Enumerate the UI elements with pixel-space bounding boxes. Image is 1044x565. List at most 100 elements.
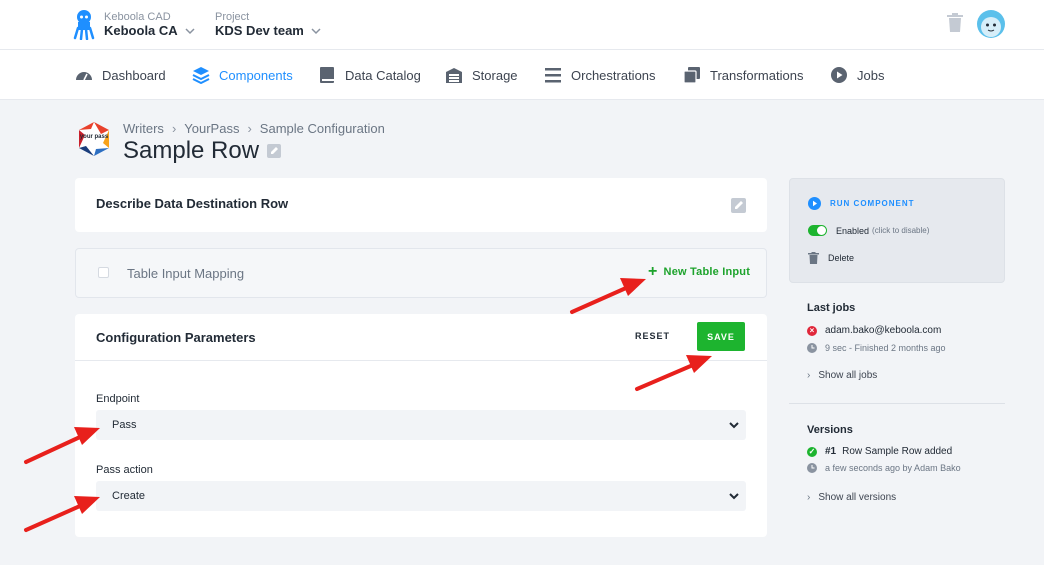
error-icon: × bbox=[807, 325, 817, 336]
version-description: Row Sample Row added bbox=[842, 446, 953, 457]
pass-action-value: Create bbox=[112, 490, 146, 502]
last-job-item[interactable]: × adam.bako@keboola.com bbox=[807, 325, 941, 336]
nav-components[interactable]: Components bbox=[192, 50, 293, 100]
organization-value: Keboola CA bbox=[104, 23, 178, 38]
version-number: #1 bbox=[825, 446, 837, 457]
nav-transformations[interactable]: Transformations bbox=[683, 50, 803, 100]
breadcrumb-yourpass[interactable]: YourPass bbox=[184, 121, 239, 136]
dashboard-icon bbox=[76, 72, 92, 81]
versions-title: Versions bbox=[807, 424, 853, 436]
organization-label: Keboola CAD bbox=[104, 11, 171, 23]
breadcrumb-separator-icon: › bbox=[171, 121, 177, 136]
show-all-versions-link[interactable]: › Show all versions bbox=[807, 492, 896, 503]
chevron-down-icon bbox=[311, 28, 321, 35]
top-bar: Keboola CAD Keboola CA Project KDS Dev t… bbox=[0, 0, 1044, 50]
description-label: Describe Data Destination Row bbox=[96, 196, 289, 211]
breadcrumb-separator-icon: › bbox=[247, 121, 252, 136]
endpoint-label: Endpoint bbox=[96, 393, 140, 405]
pencil-icon[interactable] bbox=[731, 198, 746, 213]
breadcrumb: Writers › YourPass › Sample Configuratio… bbox=[123, 121, 385, 136]
last-job-status-row: 9 sec - Finished 2 months ago bbox=[807, 343, 946, 353]
reset-button[interactable]: RESET bbox=[635, 331, 670, 341]
nav-dashboard[interactable]: Dashboard bbox=[75, 50, 166, 100]
nav-label: Transformations bbox=[710, 67, 804, 83]
arrow-to-endpoint bbox=[24, 435, 82, 464]
nav-label: Components bbox=[219, 67, 293, 83]
breadcrumb-writers[interactable]: Writers bbox=[123, 121, 164, 136]
enabled-hint: (click to disable) bbox=[872, 226, 930, 235]
page-title: Sample Row bbox=[123, 137, 260, 164]
endpoint-value: Pass bbox=[112, 419, 137, 431]
check-icon: ✓ bbox=[807, 446, 817, 457]
chevron-right-icon: › bbox=[807, 492, 811, 503]
chevron-down-icon bbox=[729, 422, 739, 429]
version-item[interactable]: ✓ #1 Row Sample Row added bbox=[807, 446, 952, 457]
endpoint-select[interactable]: Pass bbox=[96, 410, 746, 440]
save-button[interactable]: SAVE bbox=[697, 322, 745, 351]
delete-button[interactable]: Delete bbox=[808, 252, 854, 264]
play-circle-icon bbox=[808, 197, 821, 210]
arrow-to-pass-action bbox=[24, 504, 82, 532]
trash-icon bbox=[808, 252, 819, 264]
list-icon bbox=[545, 68, 561, 83]
breadcrumb-configuration[interactable]: Sample Configuration bbox=[260, 121, 385, 136]
nav-storage[interactable]: Storage bbox=[445, 50, 518, 100]
chevron-down-icon bbox=[185, 28, 195, 35]
new-table-input-button[interactable]: + New Table Input bbox=[648, 263, 751, 280]
page-title-row: Sample Row bbox=[123, 137, 282, 165]
enabled-toggle[interactable]: Enabled (click to disable) bbox=[808, 225, 929, 236]
nav-label: Dashboard bbox=[102, 67, 166, 83]
organization-selector[interactable]: Keboola CAD Keboola CA bbox=[104, 11, 196, 39]
logo-text: your pass bbox=[80, 134, 109, 140]
keboola-logo-icon[interactable] bbox=[72, 8, 96, 40]
run-component-button[interactable]: RUN COMPONENT bbox=[808, 197, 915, 210]
play-icon bbox=[831, 67, 847, 83]
last-job-user: adam.bako@keboola.com bbox=[825, 325, 942, 336]
user-avatar[interactable] bbox=[977, 10, 1005, 38]
project-label: Project bbox=[215, 11, 250, 23]
project-value: KDS Dev team bbox=[215, 23, 304, 38]
yourpass-logo-icon: your pass bbox=[79, 122, 109, 156]
last-jobs-title: Last jobs bbox=[807, 302, 856, 314]
transform-icon bbox=[683, 67, 700, 84]
enabled-label: Enabled bbox=[836, 225, 870, 236]
nav-orchestrations[interactable]: Orchestrations bbox=[544, 50, 656, 100]
nav-label: Storage bbox=[472, 67, 518, 83]
version-meta: a few seconds ago by Adam Bako bbox=[825, 463, 961, 473]
layers-icon bbox=[192, 67, 210, 84]
main-navigation: Dashboard Components Data Catalog Storag… bbox=[0, 50, 1044, 100]
divider bbox=[75, 360, 767, 361]
divider bbox=[789, 403, 1005, 404]
show-all-jobs-link[interactable]: › Show all jobs bbox=[807, 370, 877, 381]
delete-label: Delete bbox=[828, 253, 855, 263]
last-job-status: 9 sec - Finished 2 months ago bbox=[825, 343, 946, 353]
run-component-label: RUN COMPONENT bbox=[830, 199, 915, 208]
show-all-versions-label: Show all versions bbox=[818, 492, 897, 503]
plus-icon: + bbox=[648, 263, 658, 280]
pass-action-label: Pass action bbox=[96, 464, 153, 476]
pencil-icon[interactable] bbox=[267, 144, 282, 158]
nav-label: Jobs bbox=[857, 67, 885, 83]
table-input-label: Table Input Mapping bbox=[127, 266, 245, 281]
configuration-parameters-card: Configuration Parameters RESET SAVE Endp… bbox=[75, 314, 767, 537]
chevron-right-icon: › bbox=[807, 370, 811, 381]
show-all-jobs-label: Show all jobs bbox=[818, 370, 878, 381]
configuration-title: Configuration Parameters bbox=[96, 330, 256, 345]
description-card[interactable]: Describe Data Destination Row bbox=[75, 178, 767, 232]
trash-icon[interactable] bbox=[946, 13, 964, 33]
clock-icon bbox=[807, 463, 817, 473]
nav-data-catalog[interactable]: Data Catalog bbox=[318, 50, 421, 100]
nav-jobs[interactable]: Jobs bbox=[830, 50, 884, 100]
table-input-checkbox[interactable] bbox=[98, 267, 109, 278]
clock-icon bbox=[807, 343, 817, 353]
component-actions-panel: RUN COMPONENT Enabled (click to disable)… bbox=[789, 178, 1005, 283]
pass-action-select[interactable]: Create bbox=[96, 481, 746, 511]
storage-icon bbox=[446, 68, 462, 83]
nav-label: Orchestrations bbox=[571, 67, 656, 83]
table-input-mapping-card: Table Input Mapping + New Table Input bbox=[75, 248, 767, 298]
project-selector[interactable]: Project KDS Dev team bbox=[215, 11, 322, 39]
toggle-switch[interactable] bbox=[808, 225, 827, 236]
new-table-input-label: New Table Input bbox=[663, 266, 751, 278]
nav-label: Data Catalog bbox=[345, 67, 421, 83]
version-meta-row: a few seconds ago by Adam Bako bbox=[807, 463, 961, 473]
